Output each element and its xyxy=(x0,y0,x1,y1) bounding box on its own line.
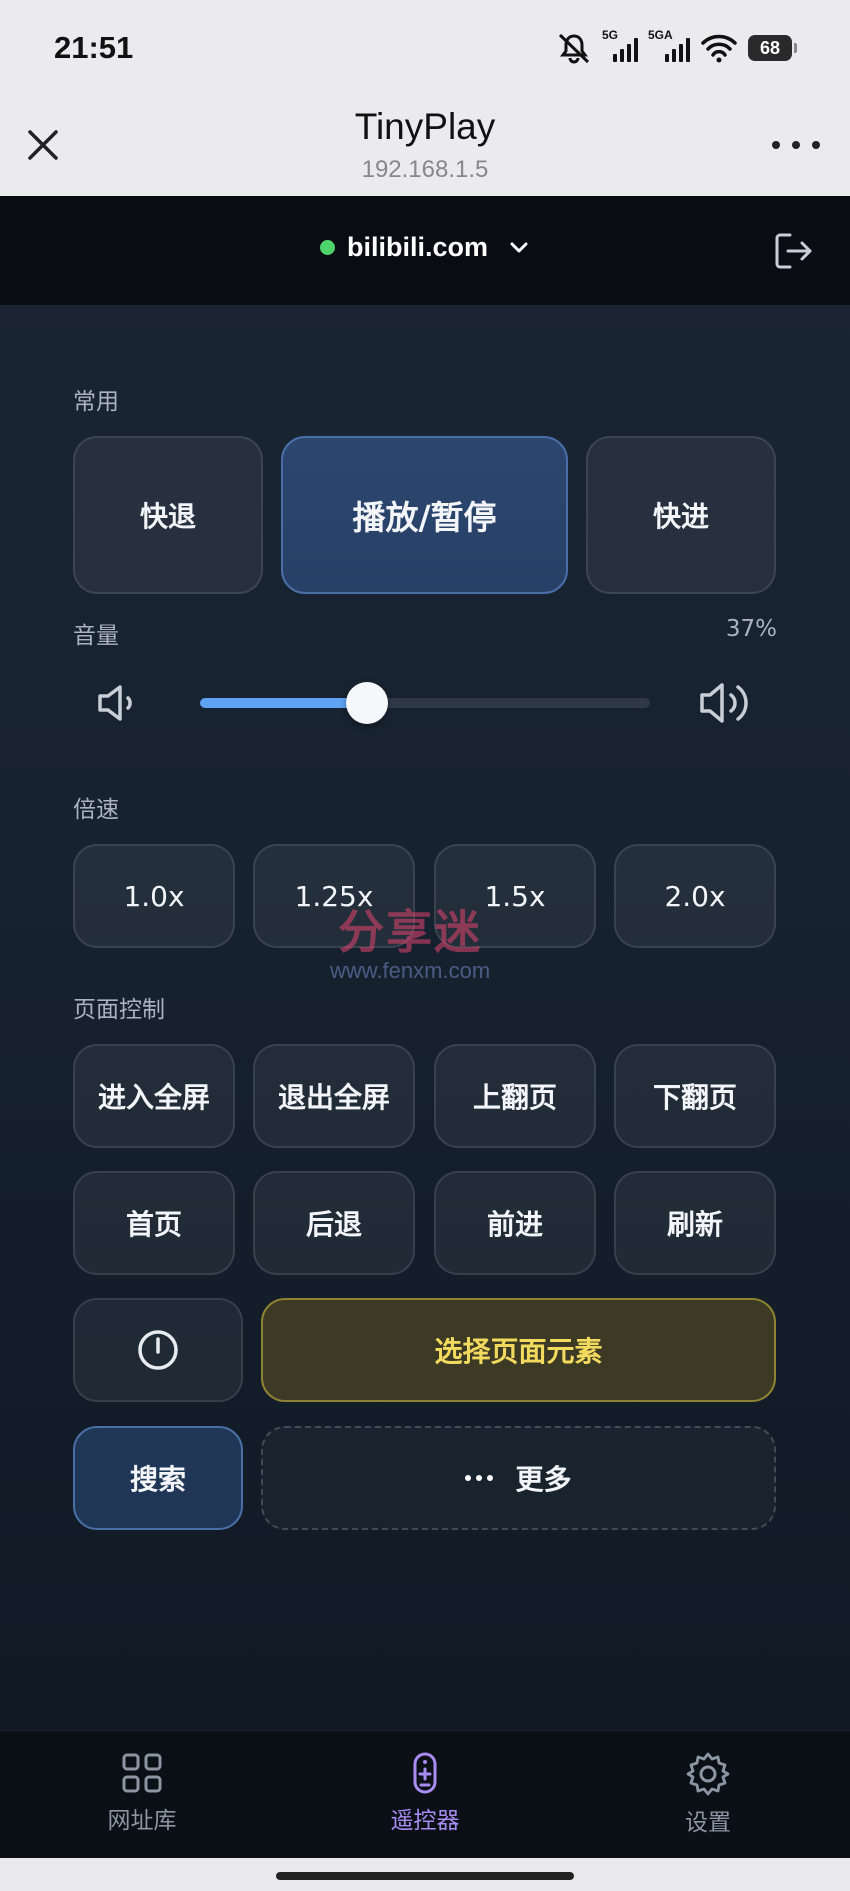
more-button[interactable]: 更多 xyxy=(261,1426,776,1530)
nav-label: 网址库 xyxy=(107,1808,177,1834)
grid-icon xyxy=(122,1753,162,1793)
speed-button-1-5[interactable]: 1.5x xyxy=(434,844,596,948)
signal-icon: 5G xyxy=(602,28,638,64)
page-down-button[interactable]: 下翻页 xyxy=(614,1044,776,1148)
power-button[interactable] xyxy=(73,1298,243,1402)
home-indicator[interactable] xyxy=(276,1872,574,1880)
play-pause-button[interactable]: 播放/暂停 xyxy=(281,436,568,594)
speed-button-1-0[interactable]: 1.0x xyxy=(73,844,235,948)
select-element-button[interactable]: 选择页面元素 xyxy=(261,1298,776,1402)
title-bar: TinyPlay 192.168.1.5 xyxy=(0,96,850,196)
wifi-icon xyxy=(701,34,737,63)
volume-up-icon[interactable] xyxy=(698,678,756,728)
connection-status-dot xyxy=(319,240,335,255)
rewind-button[interactable]: 快退 xyxy=(73,436,263,594)
volume-percent: 37% xyxy=(725,616,777,642)
more-menu-icon[interactable] xyxy=(772,130,820,160)
bottom-nav: 网址库 遥控器 设置 xyxy=(0,1730,850,1858)
nav-item-remote[interactable]: 遥控器 xyxy=(345,1751,505,1835)
volume-slider-thumb[interactable] xyxy=(345,682,388,724)
back-button[interactable]: 后退 xyxy=(253,1171,415,1275)
section-label-page-control: 页面控制 xyxy=(73,997,165,1023)
site-selector[interactable]: bilibili.com xyxy=(0,232,850,263)
more-label: 更多 xyxy=(515,1463,572,1496)
nav-label: 设置 xyxy=(685,1810,731,1836)
remote-panel: bilibili.com 常用 快退 播放/暂停 快进 音量 37% 倍速 1.… xyxy=(0,196,850,1858)
power-icon xyxy=(138,1330,178,1370)
site-bar: bilibili.com xyxy=(0,196,850,306)
status-bar: 21:51 5G 5GA 68 xyxy=(0,0,850,96)
site-name: bilibili.com xyxy=(346,232,488,262)
page-up-button[interactable]: 上翻页 xyxy=(434,1044,596,1148)
exit-fullscreen-button[interactable]: 退出全屏 xyxy=(253,1044,415,1148)
section-label-volume: 音量 xyxy=(73,623,119,649)
logout-icon[interactable] xyxy=(772,230,814,272)
chevron-down-icon xyxy=(510,242,528,252)
refresh-button[interactable]: 刷新 xyxy=(614,1171,776,1275)
page-title: TinyPlay xyxy=(354,106,496,147)
forward-nav-button[interactable]: 前进 xyxy=(434,1171,596,1275)
speed-button-1-25[interactable]: 1.25x xyxy=(253,844,415,948)
page-subtitle: 192.168.1.5 xyxy=(361,156,489,183)
volume-slider-fill xyxy=(200,698,367,708)
section-label-speed: 倍速 xyxy=(73,797,119,823)
nav-item-settings[interactable]: 设置 xyxy=(628,1751,788,1837)
enter-fullscreen-button[interactable]: 进入全屏 xyxy=(73,1044,235,1148)
watermark-url: www.fenxm.com xyxy=(330,958,491,983)
volume-slider[interactable] xyxy=(200,682,650,724)
speed-button-2-0[interactable]: 2.0x xyxy=(614,844,776,948)
section-label-common: 常用 xyxy=(73,389,119,415)
clock: 21:51 xyxy=(54,30,134,65)
search-button[interactable]: 搜索 xyxy=(73,1426,243,1530)
battery-icon: 68 xyxy=(748,35,797,61)
nav-label: 遥控器 xyxy=(390,1808,460,1834)
remote-icon xyxy=(413,1752,437,1794)
more-dots-icon xyxy=(465,1475,494,1481)
mute-icon xyxy=(558,33,590,64)
signal-icon: 5GA xyxy=(648,28,690,64)
forward-button[interactable]: 快进 xyxy=(586,436,776,594)
gear-icon xyxy=(686,1752,730,1796)
status-icons: 5G 5GA 68 xyxy=(556,28,797,68)
home-page-button[interactable]: 首页 xyxy=(73,1171,235,1275)
nav-item-url-library[interactable]: 网址库 xyxy=(62,1751,222,1835)
volume-down-icon[interactable] xyxy=(96,682,142,724)
